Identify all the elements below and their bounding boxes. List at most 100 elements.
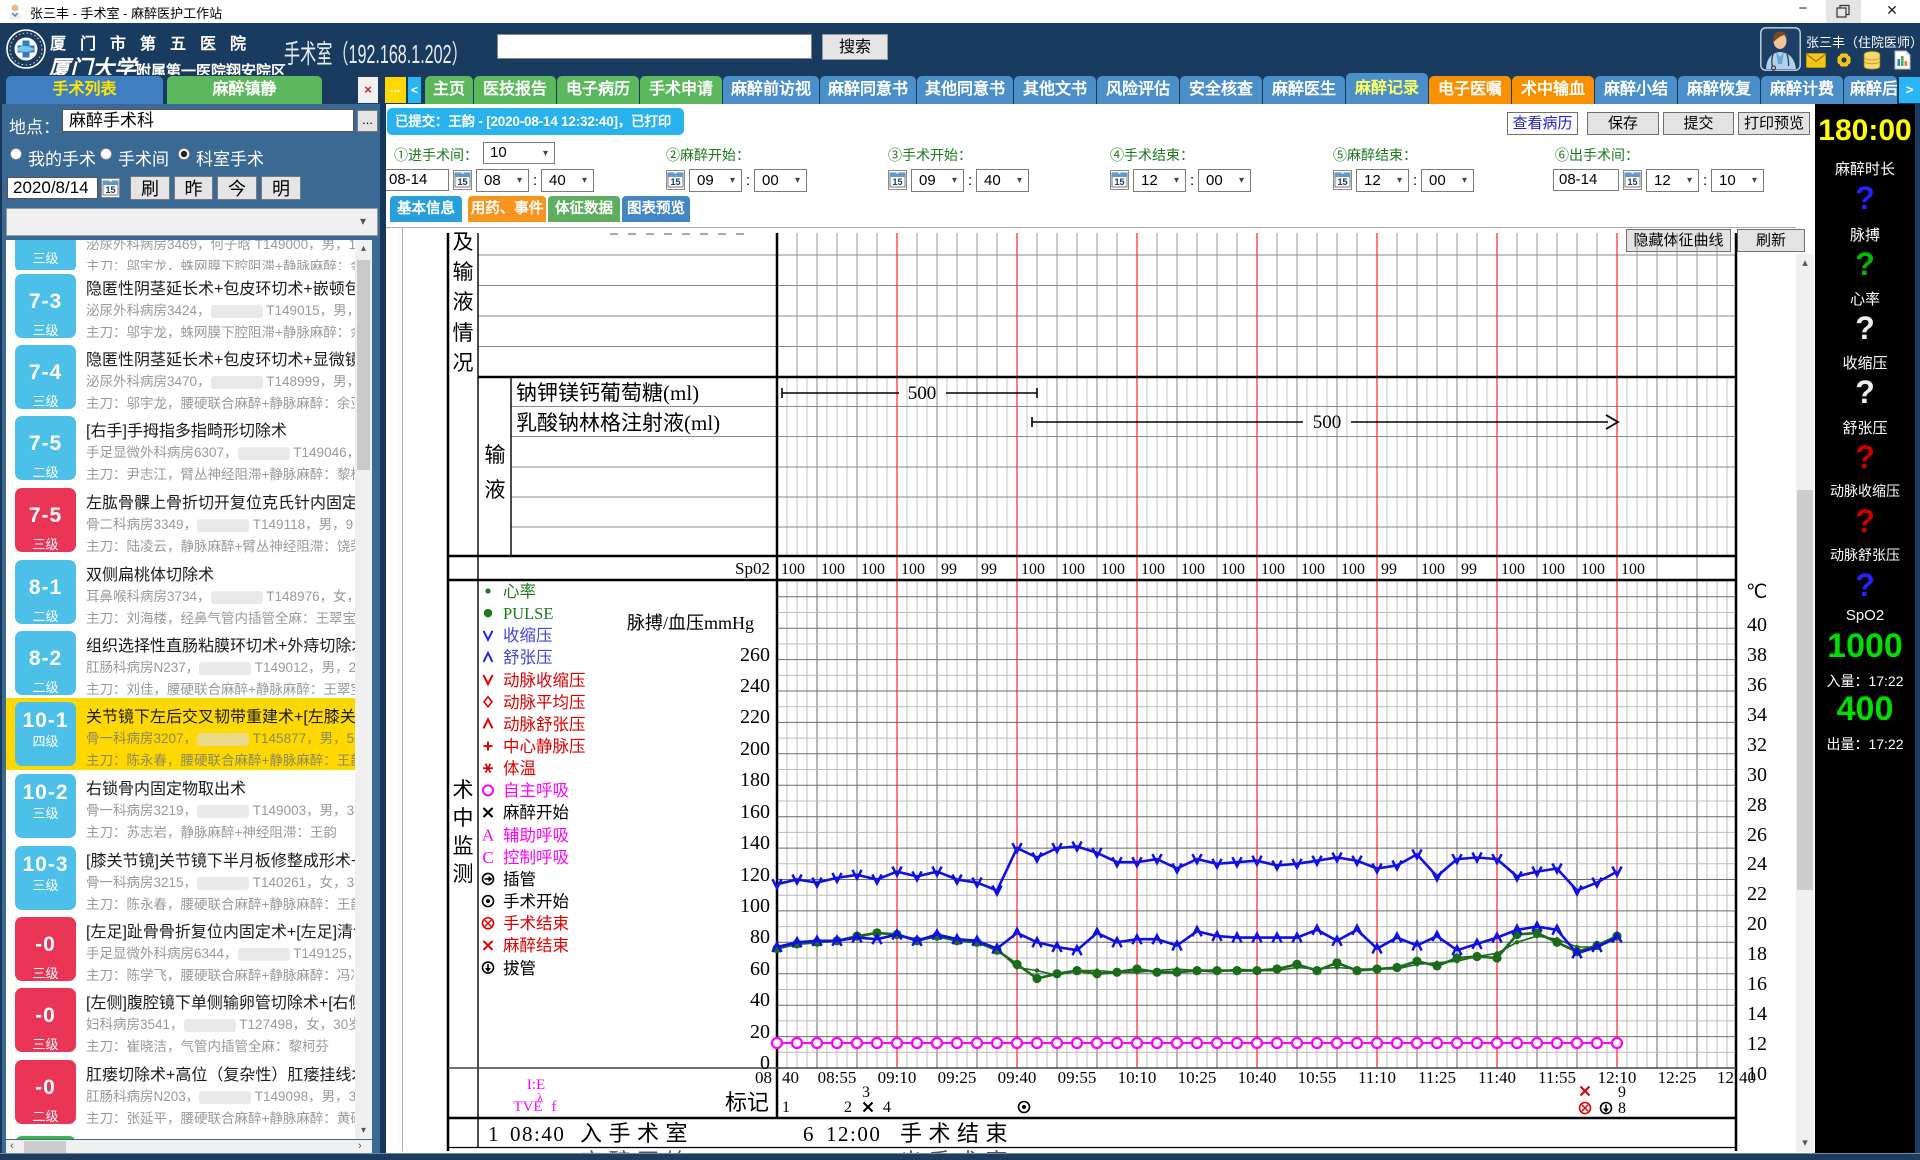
- svg-text:100: 100: [740, 895, 770, 917]
- svg-text:及: 及: [453, 230, 474, 254]
- svg-text:9: 9: [1618, 1084, 1626, 1101]
- svg-text:100: 100: [861, 561, 885, 578]
- svg-text:12:10: 12:10: [1598, 1068, 1637, 1087]
- svg-text:中: 中: [453, 806, 474, 830]
- svg-text:500: 500: [908, 383, 937, 404]
- svg-text:动脉收缩压: 动脉收缩压: [503, 671, 586, 690]
- svg-text:100: 100: [1421, 561, 1445, 578]
- svg-text:100: 100: [1621, 561, 1645, 578]
- svg-text:08:55: 08:55: [818, 1068, 857, 1087]
- svg-text:18: 18: [1747, 943, 1767, 965]
- svg-text:11:55: 11:55: [1538, 1068, 1576, 1087]
- svg-text:插管: 插管: [503, 870, 536, 889]
- svg-text:15: 15: [1114, 177, 1124, 187]
- svg-text:34: 34: [1747, 704, 1767, 726]
- svg-text:100: 100: [1341, 561, 1365, 578]
- svg-text:控制呼吸: 控制呼吸: [503, 848, 569, 867]
- svg-text:11:25: 11:25: [1418, 1068, 1456, 1087]
- svg-text:输: 输: [453, 260, 474, 284]
- svg-text:180: 180: [740, 769, 770, 791]
- svg-text:100: 100: [1581, 561, 1605, 578]
- svg-text:情: 情: [453, 321, 474, 345]
- svg-text:手术结束: 手术结束: [503, 914, 569, 933]
- svg-text:1: 1: [782, 1099, 790, 1116]
- svg-text:80: 80: [750, 926, 770, 948]
- svg-text:99: 99: [941, 561, 957, 578]
- svg-text:辅助呼吸: 辅助呼吸: [503, 826, 569, 845]
- svg-text:40: 40: [782, 1068, 799, 1087]
- svg-text:15: 15: [105, 185, 115, 195]
- svg-text:自主呼吸: 自主呼吸: [503, 781, 569, 800]
- svg-text:60: 60: [750, 958, 770, 980]
- svg-text:监: 监: [453, 834, 474, 858]
- svg-text:100: 100: [1261, 561, 1285, 578]
- svg-text:中心静脉压: 中心静脉压: [503, 737, 586, 756]
- svg-text:10:55: 10:55: [1298, 1068, 1337, 1087]
- svg-text:220: 220: [740, 706, 770, 728]
- svg-text:钠钾镁钙葡萄糖(ml): 钠钾镁钙葡萄糖(ml): [516, 381, 699, 405]
- svg-text:100: 100: [1181, 561, 1205, 578]
- svg-text:99: 99: [981, 561, 997, 578]
- svg-text:C: C: [482, 848, 493, 867]
- svg-text:输: 输: [485, 443, 506, 467]
- svg-text:40: 40: [1739, 1068, 1756, 1087]
- svg-text:100: 100: [1141, 561, 1165, 578]
- svg-text:乳酸钠林格注射液(ml): 乳酸钠林格注射液(ml): [516, 411, 720, 435]
- svg-text:收缩压: 收缩压: [503, 626, 553, 645]
- svg-text:32: 32: [1747, 734, 1767, 756]
- svg-text:Sp02: Sp02: [735, 559, 770, 578]
- svg-text:09:55: 09:55: [1058, 1068, 1097, 1087]
- svg-text:1: 1: [488, 1122, 499, 1146]
- svg-text:12: 12: [1747, 1033, 1767, 1055]
- svg-text:100: 100: [1501, 561, 1525, 578]
- svg-text:100: 100: [901, 561, 925, 578]
- svg-text:11:40: 11:40: [1478, 1068, 1516, 1087]
- svg-text:3: 3: [862, 1084, 870, 1101]
- svg-text:26: 26: [1747, 824, 1767, 846]
- svg-text:09:40: 09:40: [998, 1068, 1037, 1087]
- svg-text:100: 100: [1301, 561, 1325, 578]
- svg-text:手术结束: 手术结束: [900, 1121, 1014, 1146]
- svg-text:28: 28: [1747, 794, 1767, 816]
- svg-text:液: 液: [485, 478, 506, 502]
- svg-text:99: 99: [1381, 561, 1397, 578]
- svg-text:30: 30: [1747, 764, 1767, 786]
- svg-text:入手术室: 入手术室: [580, 1121, 694, 1146]
- svg-text:100: 100: [781, 561, 805, 578]
- svg-text:16: 16: [1747, 973, 1767, 995]
- svg-text:15: 15: [1337, 177, 1347, 187]
- svg-text:11:10: 11:10: [1358, 1068, 1396, 1087]
- svg-text:36: 36: [1747, 674, 1767, 696]
- svg-text:200: 200: [740, 738, 770, 760]
- svg-text:10:10: 10:10: [1118, 1068, 1157, 1087]
- svg-text:100: 100: [1541, 561, 1565, 578]
- svg-text:100: 100: [821, 561, 845, 578]
- svg-text:38: 38: [1747, 644, 1767, 666]
- svg-text:09:25: 09:25: [938, 1068, 977, 1087]
- svg-text:20: 20: [750, 1021, 770, 1043]
- svg-text:10:25: 10:25: [1178, 1068, 1217, 1087]
- svg-text:液: 液: [453, 290, 474, 314]
- svg-text:标记: 标记: [725, 1090, 769, 1115]
- svg-text:麻醉结束: 麻醉结束: [503, 936, 569, 955]
- svg-text:08:40: 08:40: [510, 1122, 565, 1146]
- svg-text:140: 140: [740, 832, 770, 854]
- svg-text:15: 15: [457, 177, 467, 187]
- svg-text:15: 15: [892, 177, 902, 187]
- svg-text:手术开始: 手术开始: [503, 892, 569, 911]
- svg-text:15: 15: [1627, 177, 1637, 187]
- svg-text:08: 08: [755, 1068, 772, 1087]
- svg-text:f: f: [552, 1099, 557, 1115]
- svg-text:PULSE: PULSE: [503, 604, 553, 623]
- svg-text:况: 况: [453, 351, 474, 375]
- svg-text:动脉平均压: 动脉平均压: [503, 693, 586, 712]
- svg-text:240: 240: [740, 675, 770, 697]
- svg-text:100: 100: [1021, 561, 1045, 578]
- svg-text:14: 14: [1747, 1003, 1767, 1025]
- svg-text:心率: 心率: [503, 582, 536, 601]
- svg-text:麻醉开始: 麻醉开始: [503, 803, 569, 822]
- svg-text:100: 100: [1101, 561, 1125, 578]
- svg-text:脉搏/血压mmHg: 脉搏/血压mmHg: [627, 613, 754, 633]
- svg-text:40: 40: [750, 989, 770, 1011]
- svg-text:术: 术: [453, 778, 474, 802]
